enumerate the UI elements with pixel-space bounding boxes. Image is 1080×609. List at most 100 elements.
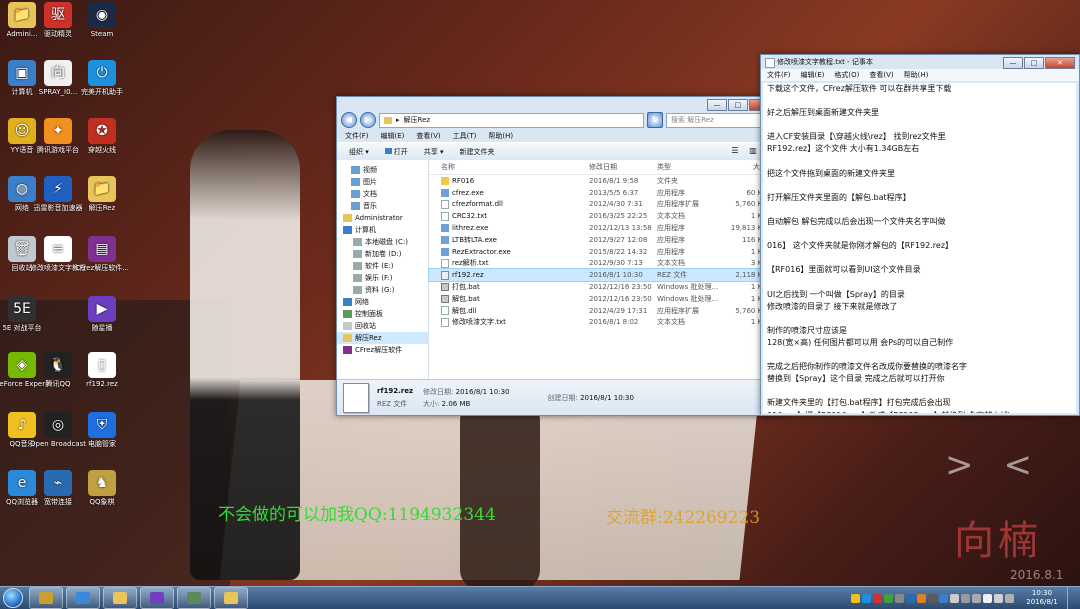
file-row[interactable]: CRC32.txt 2016/3/25 22:25 文本文档 1 KB <box>429 210 783 222</box>
minimize-button[interactable]: — <box>707 99 727 111</box>
menu-item[interactable]: 编辑(E) <box>381 131 405 141</box>
tray-icon[interactable] <box>884 593 893 603</box>
nav-item[interactable]: 解压Rez <box>337 332 428 344</box>
minimize-button[interactable]: — <box>1003 57 1023 69</box>
file-list[interactable]: 名称 修改日期 类型 大小 RF016 2016/8/1 9:58 文件夹 cfrez… <box>428 160 784 379</box>
nav-item[interactable]: 本地磁盘 (C:) <box>337 236 428 248</box>
nav-item[interactable]: 音乐 <box>337 200 428 212</box>
taskbar-button[interactable] <box>177 587 211 609</box>
taskbar-button[interactable] <box>140 587 174 609</box>
explorer-window[interactable]: — □ ✕ ◀ ▶ ▸ 解压Rez ↻ 搜索 解压Rez ⚲ 文件(F) 编辑(E… <box>336 96 784 416</box>
tray-icon[interactable] <box>1005 593 1014 603</box>
menu-item[interactable]: 帮助(H) <box>488 131 513 141</box>
navigation-pane[interactable]: 视频 图片 文档 音乐 Administrator 计算机 本地磁盘 (C:) 新加卷 (D:… <box>337 160 429 379</box>
file-row[interactable]: cfrez.exe 2013/5/5 6:37 应用程序 60 KB <box>429 187 783 199</box>
menu-item[interactable]: 文件(F) <box>345 131 369 141</box>
taskbar-button[interactable] <box>214 587 248 609</box>
nav-item[interactable]: Administrator <box>337 212 428 224</box>
desktop-icon[interactable]: ◉ Steam <box>74 2 130 39</box>
breadcrumb[interactable]: 解压Rez <box>404 115 431 125</box>
desktop-icon[interactable]: ⛨ 电脑管家 <box>74 412 130 449</box>
tray-icon[interactable] <box>961 593 970 603</box>
menu-item[interactable]: 查看(V) <box>416 131 440 141</box>
file-row[interactable]: rez解析.txt 2012/9/30 7:13 文本文档 3 KB <box>429 258 783 270</box>
file-row[interactable]: RF016 2016/8/1 9:58 文件夹 <box>429 175 783 187</box>
nav-item[interactable]: 文档 <box>337 188 428 200</box>
show-desktop-button[interactable] <box>1067 587 1076 609</box>
col-date[interactable]: 修改日期 <box>589 162 657 172</box>
open-button[interactable]: 打开 <box>384 147 408 157</box>
desktop-icon[interactable]: 5E 5E 对战平台 <box>0 296 50 333</box>
desktop-icon-glyph-icon: ▯ <box>88 352 116 378</box>
tray-icon[interactable] <box>928 593 937 603</box>
tray-icon[interactable] <box>851 593 860 603</box>
desktop-icon[interactable]: ⏻ 完美开机助手 <box>74 60 130 97</box>
forward-icon[interactable]: ▶ <box>360 112 376 128</box>
refresh-icon[interactable]: ↻ <box>647 112 663 128</box>
desktop-icon[interactable]: ▤ CFrez解压软件... <box>74 236 130 273</box>
organize-button[interactable]: 组织 ▾ <box>349 147 369 157</box>
tray-icon[interactable] <box>873 593 882 603</box>
tray-icon[interactable] <box>895 593 904 603</box>
taskbar-button[interactable] <box>103 587 137 609</box>
notepad-menu-item[interactable]: 格式(O) <box>834 70 859 80</box>
nav-item[interactable]: 娱乐 (F:) <box>337 272 428 284</box>
tray-icon[interactable] <box>862 593 871 603</box>
maximize-button[interactable]: □ <box>728 99 748 111</box>
col-type[interactable]: 类型 <box>657 162 719 172</box>
address-bar[interactable]: ▸ 解压Rez <box>379 112 644 128</box>
notepad-menu-item[interactable]: 编辑(E) <box>801 70 825 80</box>
tray-icon[interactable] <box>939 593 948 603</box>
preview-pane-icon[interactable]: ▥ <box>747 146 759 157</box>
maximize-button[interactable]: □ <box>1024 57 1044 69</box>
nav-item[interactable]: 图片 <box>337 176 428 188</box>
notepad-menu-item[interactable]: 查看(V) <box>869 70 893 80</box>
tray-icon[interactable] <box>972 593 981 603</box>
taskbar-button[interactable] <box>29 587 63 609</box>
file-row[interactable]: rf192.rez 2016/8/1 10:30 REZ 文件 2,118 KB <box>428 268 784 283</box>
close-button[interactable]: ✕ <box>1045 57 1075 69</box>
tray-icon[interactable] <box>950 593 959 603</box>
col-name[interactable]: 名称 <box>429 162 589 172</box>
desktop-icon[interactable]: ✪ 穿越火线 <box>74 118 130 155</box>
file-row[interactable]: cfrezformat.dll 2012/4/30 7:31 应用程序扩展 5,760… <box>429 199 783 211</box>
file-row[interactable]: lithrez.exe 2012/12/13 13:58 应用程序 19,813 KB <box>429 222 783 234</box>
desktop-icon[interactable]: ▶ 随星播 <box>74 296 130 333</box>
file-row[interactable]: 打包.bat 2012/12/16 23:50 Windows 批处理... 1 KB <box>429 281 783 293</box>
taskbar-button[interactable] <box>66 587 100 609</box>
explorer-titlebar[interactable]: — □ ✕ <box>337 97 783 111</box>
nav-item[interactable]: 资料 (G:) <box>337 284 428 296</box>
desktop-icon[interactable]: ▯ rf192.rez <box>74 352 130 389</box>
tray-icon[interactable] <box>983 593 992 603</box>
tray-icon[interactable] <box>906 593 915 603</box>
notepad-text-area[interactable]: 下载这个文件，CFrez解压软件 可以在群共享里下载 好之后解压到桌面新建文件夹里… <box>763 83 1076 413</box>
back-icon[interactable]: ◀ <box>341 112 357 128</box>
file-row[interactable]: LTB转LTA.exe 2012/9/27 12:08 应用程序 116 KB <box>429 234 783 246</box>
desktop-icon[interactable]: 📁 解压Rez <box>74 176 130 213</box>
nav-item[interactable]: 网络 <box>337 296 428 308</box>
nav-item[interactable]: 回收站 <box>337 320 428 332</box>
nav-item[interactable]: 软件 (E:) <box>337 260 428 272</box>
notepad-menu-item[interactable]: 文件(F) <box>767 70 791 80</box>
new-folder-button[interactable]: 新建文件夹 <box>460 147 495 157</box>
file-row[interactable]: RezExtractor.exe 2015/8/22 14:32 应用程序 1 KB <box>429 246 783 258</box>
nav-item[interactable]: 计算机 <box>337 224 428 236</box>
nav-item[interactable]: CFrez解压软件 <box>337 344 428 356</box>
file-row[interactable]: 解包.dll 2012/4/29 17:31 应用程序扩展 5,760 KB <box>429 305 783 317</box>
desktop-icon[interactable]: ♞ QQ象棋 <box>74 470 130 507</box>
notepad-window[interactable]: 修改喷漆文字教程.txt - 记事本 — □ ✕ 文件(F) 编辑(E) 格式(O)… <box>760 54 1080 416</box>
share-button[interactable]: 共享 ▾ <box>424 147 444 157</box>
view-options-icon[interactable]: ☰ <box>729 146 741 157</box>
file-row[interactable]: 解包.bat 2012/12/16 23:50 Windows 批处理... 1 KB <box>429 293 783 305</box>
nav-item[interactable]: 视频 <box>337 164 428 176</box>
file-row[interactable]: 修改喷漆文字.txt 2016/8/1 8:02 文本文档 1 KB <box>429 317 783 329</box>
notepad-titlebar[interactable]: 修改喷漆文字教程.txt - 记事本 — □ ✕ <box>761 55 1079 69</box>
tray-icon[interactable] <box>917 593 926 603</box>
start-button[interactable] <box>0 587 26 609</box>
tray-icon[interactable] <box>994 593 1003 603</box>
nav-item[interactable]: 控制面板 <box>337 308 428 320</box>
notepad-menu-item[interactable]: 帮助(H) <box>904 70 929 80</box>
menu-item[interactable]: 工具(T) <box>453 131 477 141</box>
clock[interactable]: 10:30 2016/8/1 <box>1022 589 1062 607</box>
nav-item[interactable]: 新加卷 (D:) <box>337 248 428 260</box>
